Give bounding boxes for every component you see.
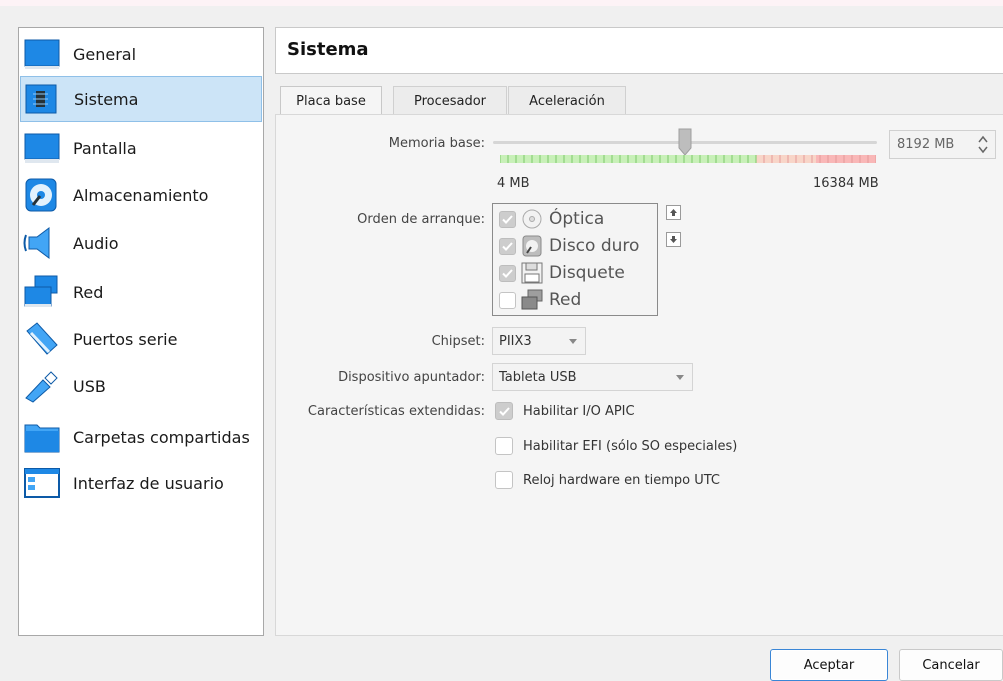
move-down-button[interactable]: [666, 232, 681, 247]
chipset-label: Chipset:: [431, 334, 485, 349]
chevron-down-icon: [676, 375, 684, 380]
ok-button-label: Aceptar: [803, 657, 855, 673]
hard-disk-icon: [522, 235, 542, 257]
user-interface-icon: [24, 468, 60, 498]
boot-item-label: Óptica: [549, 209, 605, 229]
boot-item-hard-disk[interactable]: Disco duro: [499, 233, 639, 259]
sidebar-item-label: Interfaz de usuario: [73, 473, 224, 493]
option-label: Reloj hardware en tiempo UTC: [523, 472, 720, 488]
efi-checkbox[interactable]: [495, 437, 513, 455]
general-icon: [24, 39, 60, 69]
cancel-button[interactable]: Cancelar: [899, 649, 1003, 681]
ok-button[interactable]: Aceptar: [770, 649, 888, 681]
sidebar-item-general[interactable]: General: [20, 31, 262, 77]
sidebar-item-storage[interactable]: Almacenamiento: [20, 172, 262, 218]
memory-scale: [500, 155, 876, 163]
boot-checkbox[interactable]: [499, 264, 516, 282]
optical-disc-icon: [522, 209, 542, 229]
sidebar-item-display[interactable]: Pantalla: [20, 125, 262, 171]
checkmark-icon: [502, 268, 513, 278]
window-top-strip: [0, 0, 1003, 6]
boot-checkbox[interactable]: [499, 291, 516, 309]
chevron-down-icon: [569, 339, 577, 344]
sidebar-item-label: Carpetas compartidas: [73, 427, 250, 447]
arrow-up-icon: [670, 209, 677, 216]
boot-item-floppy[interactable]: Disquete: [499, 260, 625, 286]
boot-checkbox[interactable]: [499, 210, 516, 228]
arrow-down-icon: [670, 236, 677, 243]
sidebar-item-user-interface[interactable]: Interfaz de usuario: [20, 460, 262, 506]
chipset-value: PIIX3: [499, 334, 532, 349]
pointing-device-value: Tableta USB: [499, 370, 577, 385]
storage-icon: [25, 178, 57, 212]
sidebar-item-label: Sistema: [74, 89, 139, 109]
audio-icon: [23, 227, 50, 259]
pointing-device-select[interactable]: Tableta USB: [492, 363, 693, 391]
cancel-button-label: Cancelar: [922, 657, 980, 673]
sidebar-item-label: Almacenamiento: [73, 185, 209, 205]
sidebar-item-usb[interactable]: USB: [20, 363, 262, 409]
sidebar-item-label: USB: [73, 376, 106, 396]
option-efi[interactable]: Habilitar EFI (sólo SO especiales): [495, 436, 737, 456]
utc-checkbox[interactable]: [495, 471, 513, 489]
sidebar-item-label: Pantalla: [73, 138, 137, 158]
move-up-button[interactable]: [666, 205, 681, 220]
serial-port-icon: [26, 322, 58, 355]
usb-icon: [25, 371, 58, 403]
boot-order-label: Orden de arranque:: [357, 212, 485, 227]
boot-item-label: Disco duro: [549, 236, 640, 256]
option-label: Habilitar EFI (sólo SO especiales): [523, 438, 738, 454]
network-icon: [24, 275, 58, 307]
chipset-select[interactable]: PIIX3: [492, 327, 586, 355]
sidebar-item-label: Red: [73, 282, 104, 302]
memory-slider-handle[interactable]: [678, 128, 692, 156]
memory-value: 8192 MB: [897, 137, 955, 152]
sidebar-item-system[interactable]: Sistema: [20, 76, 262, 122]
sidebar-item-label: General: [73, 44, 137, 64]
sidebar-item-label: Puertos serie: [73, 329, 178, 349]
memory-label: Memoria base:: [388, 136, 485, 151]
sidebar-item-label: Audio: [73, 233, 119, 253]
network-icon: [521, 289, 543, 310]
settings-sidebar: General Sistema Pantalla Almacenamiento: [18, 27, 264, 636]
memory-max-label: 16384 MB: [813, 176, 879, 191]
checkmark-icon: [502, 241, 513, 251]
display-icon: [24, 133, 60, 163]
boot-checkbox[interactable]: [499, 237, 516, 255]
spin-arrows-icon[interactable]: [977, 134, 989, 155]
tab-placa-base[interactable]: Placa base: [280, 86, 382, 116]
boot-item-optical[interactable]: Óptica: [499, 206, 604, 232]
sidebar-item-shared-folders[interactable]: Carpetas compartidas: [20, 414, 262, 460]
shared-folder-icon: [24, 424, 60, 453]
boot-item-network[interactable]: Red: [499, 287, 581, 313]
extended-features-label: Características extendidas:: [307, 404, 485, 419]
sidebar-item-network[interactable]: Red: [20, 269, 262, 315]
floppy-icon: [521, 262, 543, 284]
boot-order-list[interactable]: Óptica Disco duro Disquete Red: [492, 203, 658, 316]
tab-aceleracion[interactable]: Aceleración: [508, 86, 626, 115]
checkmark-icon: [498, 406, 510, 416]
page-title: Sistema: [287, 39, 369, 60]
option-io-apic[interactable]: Habilitar I/O APIC: [495, 401, 635, 421]
pointing-device-label: Dispositivo apuntador:: [338, 370, 485, 385]
memory-spinbox[interactable]: 8192 MB: [889, 130, 996, 159]
system-icon: [25, 84, 57, 114]
memory-min-label: 4 MB: [497, 176, 530, 191]
checkmark-icon: [502, 214, 513, 224]
tab-label: Procesador: [413, 93, 487, 109]
tab-label: Placa base: [296, 94, 366, 109]
option-label: Habilitar I/O APIC: [523, 403, 635, 419]
tab-procesador[interactable]: Procesador: [393, 86, 507, 115]
sidebar-item-serial-ports[interactable]: Puertos serie: [20, 316, 262, 362]
sidebar-item-audio[interactable]: Audio: [20, 220, 262, 266]
io-apic-checkbox[interactable]: [495, 402, 513, 420]
boot-item-label: Red: [549, 290, 582, 310]
page-header: Sistema: [275, 27, 1003, 74]
tab-label: Aceleración: [529, 93, 605, 109]
boot-item-label: Disquete: [549, 263, 625, 283]
option-utc-clock[interactable]: Reloj hardware en tiempo UTC: [495, 470, 720, 490]
